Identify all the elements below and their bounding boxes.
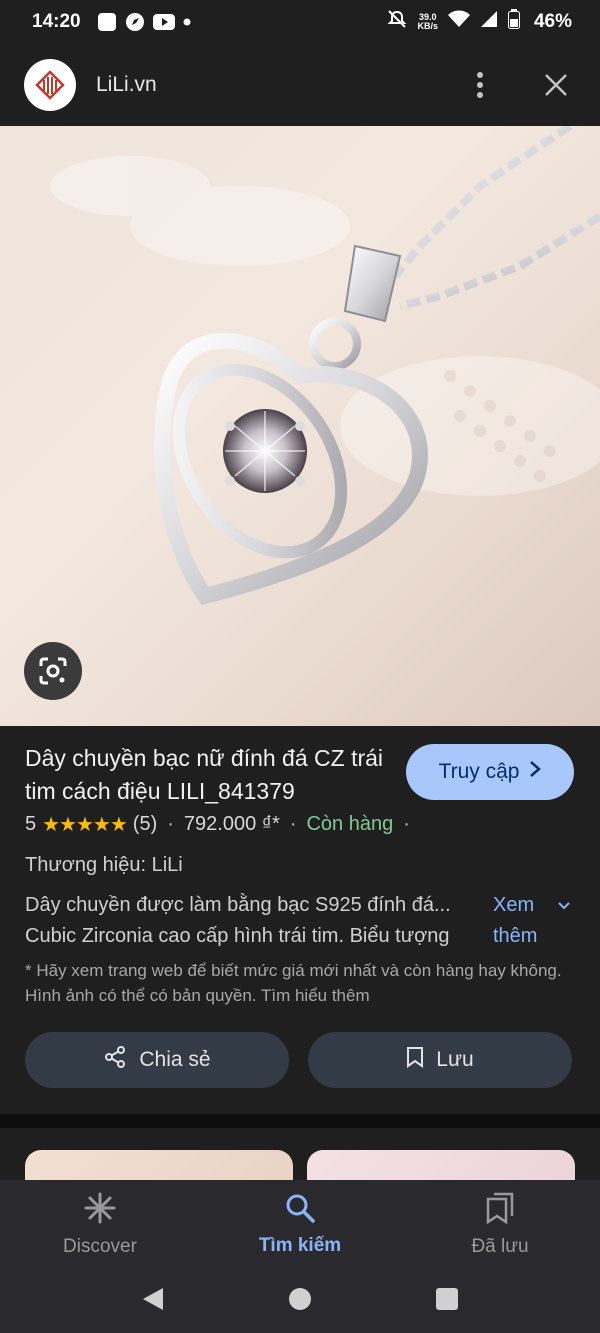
see-more-link[interactable]: Xem thêm [493, 890, 537, 952]
visit-button-label: Truy cập [438, 760, 520, 783]
price: 792.000 ₫* [183, 813, 280, 835]
product-image[interactable] [0, 126, 600, 726]
product-title[interactable]: Dây chuyền bạc nữ đính đá CZ trái tim cá… [25, 742, 395, 808]
see-more-line-1: Xem [493, 894, 535, 916]
net-speed-unit: KB/s [417, 21, 438, 31]
chevron-down-icon[interactable] [557, 898, 571, 916]
nav-search[interactable]: Tìm kiếm [200, 1180, 400, 1270]
mute-icon [387, 9, 407, 35]
dot-icon [183, 18, 191, 26]
wifi-icon [447, 10, 470, 34]
star-rating-icon: ★★★★★ [42, 814, 128, 836]
net-speed: 39.0 KB/s [417, 13, 438, 31]
disclaimer-note: * Hãy xem trang web để biết mức giá mới … [25, 961, 562, 1005]
status-bar: 14:20 39.0 KB/s 46% [0, 0, 600, 44]
asterisk-icon [84, 1192, 116, 1230]
related-image-thumb[interactable] [307, 1150, 575, 1180]
description-line-2: Cubic Zirconia cao cấp hình trái tim. Bi… [25, 925, 450, 947]
rating-row: 5 ★★★★★ (5) · 792.000 ₫* · Còn hàng · [25, 812, 414, 837]
share-icon [103, 1045, 127, 1075]
see-more-line-2: thêm [493, 925, 538, 947]
nav-search-label: Tìm kiếm [258, 1235, 342, 1256]
google-lens-icon[interactable] [24, 642, 82, 700]
battery-percent: 46% [533, 11, 572, 32]
home-icon[interactable] [288, 1287, 312, 1316]
product-info-panel: Dây chuyền bạc nữ đính đá CZ trái tim cá… [0, 726, 600, 1114]
separator-dot: · [289, 813, 297, 835]
pendant-illustration [50, 126, 600, 606]
signal-icon [480, 10, 498, 34]
availability-status: Còn hàng [306, 813, 394, 835]
separator-dot: · [403, 813, 410, 835]
share-button[interactable]: Chia sẻ [25, 1032, 289, 1088]
save-button-label: Lưu [436, 1048, 474, 1071]
back-icon[interactable] [141, 1286, 165, 1317]
section-divider [0, 1114, 600, 1128]
chevron-right-icon [529, 760, 542, 784]
product-description: Dây chuyền được làm bằng bạc S925 đính đ… [25, 890, 485, 952]
nav-discover[interactable]: Discover [0, 1180, 200, 1270]
bottom-navigation: Discover Tìm kiếm Đã lưu [0, 1180, 600, 1270]
recents-icon[interactable] [435, 1287, 459, 1316]
lili-logo-icon[interactable] [24, 59, 76, 111]
battery-icon [507, 9, 520, 35]
nav-saved[interactable]: Đã lưu [400, 1180, 600, 1270]
brand-label: Thương hiệu: LiLi [25, 854, 183, 876]
description-line-1: Dây chuyền được làm bằng bạc S925 đính đ… [25, 894, 451, 916]
system-navigation [0, 1270, 600, 1333]
review-count: (5) [132, 813, 158, 835]
nav-discover-label: Discover [63, 1236, 137, 1257]
save-button[interactable]: Lưu [308, 1032, 572, 1088]
app-notification-icon [97, 12, 117, 32]
status-time: 14:20 [32, 11, 81, 32]
search-icon [285, 1193, 315, 1229]
related-images-carousel [0, 1128, 600, 1180]
compass-icon [125, 12, 145, 32]
close-icon[interactable] [536, 65, 576, 105]
viewer-header: LiLi.vn [0, 44, 600, 126]
related-image-thumb[interactable] [25, 1150, 293, 1180]
saved-icon [485, 1192, 515, 1230]
separator-dot: · [167, 813, 174, 835]
share-button-label: Chia sẻ [139, 1048, 211, 1071]
visit-button[interactable]: Truy cập [406, 744, 574, 800]
youtube-icon [152, 13, 175, 31]
rating-value: 5 [25, 813, 37, 835]
bookmark-icon [406, 1046, 424, 1074]
nav-saved-label: Đã lưu [471, 1236, 529, 1257]
more-vertical-icon[interactable] [460, 65, 500, 105]
site-name[interactable]: LiLi.vn [96, 73, 460, 97]
